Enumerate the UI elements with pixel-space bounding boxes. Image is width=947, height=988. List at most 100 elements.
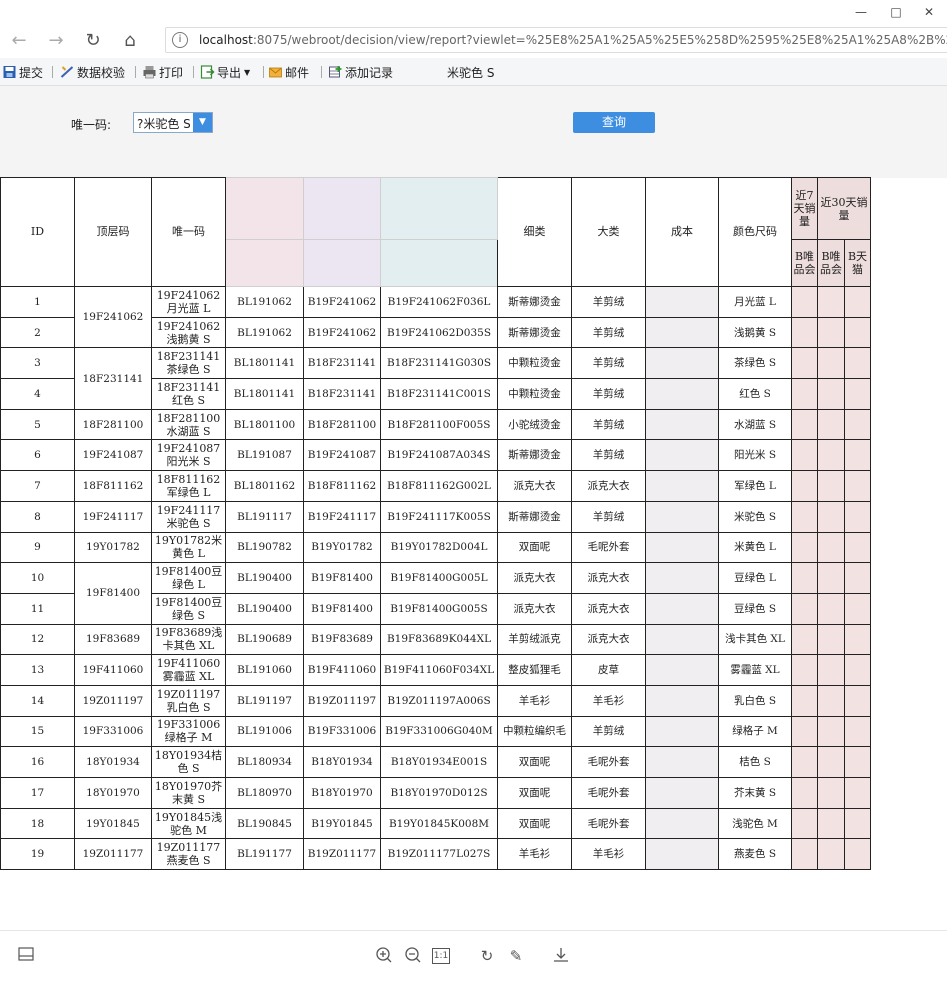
unique-code-combobox[interactable]: ?米驼色 S ▼ — [133, 112, 213, 133]
cell-code-bl[interactable]: BL190845 — [225, 807, 304, 840]
cell-sub-category[interactable]: 整皮狐狸毛 — [497, 654, 572, 686]
cell-color-size[interactable]: 豆绿色 S — [718, 592, 792, 625]
cell-sub-category[interactable]: 斯蒂娜烫金 — [497, 439, 572, 472]
cell-cost-masked[interactable] — [645, 347, 719, 380]
cell-sub-category[interactable]: 羊毛衫 — [497, 684, 572, 717]
cell-color-size[interactable]: 绿格子 M — [718, 715, 792, 748]
cell-code-b[interactable]: B18F281100 — [303, 408, 381, 441]
cell-cost-masked[interactable] — [645, 531, 719, 564]
cell-top-code[interactable]: 18Y01970 — [74, 777, 152, 809]
cell-unique-code[interactable]: 19F81400豆绿色 L — [151, 562, 226, 594]
cell-code-bl[interactable]: BL1801100 — [225, 408, 304, 441]
cell-code-full[interactable]: B19Y01845K008M — [380, 807, 498, 840]
cell-cost-masked[interactable] — [645, 439, 719, 472]
cell-sales-30d-vip-masked[interactable] — [817, 838, 845, 871]
export-button[interactable]: 导出 ▼ — [200, 63, 250, 81]
zoom-out-icon[interactable] — [403, 946, 423, 966]
cell-sales-30d-tmall-masked[interactable] — [844, 623, 871, 656]
cell-id[interactable]: 2 — [0, 316, 75, 349]
cell-sales-7d-masked[interactable] — [791, 347, 818, 380]
cell-category[interactable]: 羊剪绒 — [571, 408, 646, 441]
cell-category[interactable]: 羊剪绒 — [571, 500, 646, 533]
cell-code-full[interactable]: B18F231141C001S — [380, 378, 498, 410]
cell-cost-masked[interactable] — [645, 500, 719, 533]
cell-id[interactable]: 18 — [0, 807, 75, 840]
cell-sales-7d-masked[interactable] — [791, 531, 818, 564]
cell-color-size[interactable]: 桔色 S — [718, 746, 792, 778]
cell-unique-code[interactable]: 19Y01845浅驼色 M — [151, 807, 226, 840]
cell-sales-7d-masked[interactable] — [791, 684, 818, 717]
cell-color-size[interactable]: 阳光米 S — [718, 439, 792, 472]
cell-sub-category[interactable]: 双面呢 — [497, 777, 572, 809]
cell-sales-30d-tmall-masked[interactable] — [844, 378, 871, 410]
cell-sales-30d-tmall-masked[interactable] — [844, 316, 871, 349]
cell-sales-30d-tmall-masked[interactable] — [844, 531, 871, 564]
cell-code-b[interactable]: B19F331006 — [303, 715, 381, 748]
cell-color-size[interactable]: 军绿色 L — [718, 470, 792, 502]
cell-sales-30d-tmall-masked[interactable] — [844, 439, 871, 472]
cell-sales-30d-tmall-masked[interactable] — [844, 562, 871, 594]
address-url[interactable]: localhost:8075/webroot/decision/view/rep… — [199, 33, 947, 47]
cell-code-bl[interactable]: BL191087 — [225, 439, 304, 472]
cell-unique-code[interactable]: 18Y01934桔色 S — [151, 746, 226, 778]
cell-sales-30d-vip-masked[interactable] — [817, 408, 845, 441]
cell-code-bl[interactable]: BL1801141 — [225, 378, 304, 410]
validate-button[interactable]: 数据校验 — [60, 63, 125, 81]
cell-category[interactable]: 毛呢外套 — [571, 807, 646, 840]
cell-color-size[interactable]: 茶绿色 S — [718, 347, 792, 380]
cell-code-full[interactable]: B19Y01782D004L — [380, 531, 498, 564]
cell-code-b[interactable]: B18F811162 — [303, 470, 381, 502]
info-icon[interactable]: i — [172, 32, 188, 48]
cell-cost-masked[interactable] — [645, 715, 719, 748]
cell-sales-7d-masked[interactable] — [791, 286, 818, 318]
cell-cost-masked[interactable] — [645, 654, 719, 686]
cell-unique-code[interactable]: 19F241117米驼色 S — [151, 500, 226, 533]
cell-code-full[interactable]: B18F281100F005S — [380, 408, 498, 441]
cell-color-size[interactable]: 浅卡其色 XL — [718, 623, 792, 656]
cell-top-code[interactable]: 18F281100 — [74, 408, 152, 441]
refresh-icon[interactable]: ↻ — [477, 946, 497, 966]
cell-code-bl[interactable]: BL190782 — [225, 531, 304, 564]
cell-id[interactable]: 3 — [0, 347, 75, 380]
cell-sales-30d-tmall-masked[interactable] — [844, 592, 871, 625]
cell-sub-category[interactable]: 小驼绒烫金 — [497, 408, 572, 441]
cell-code-b[interactable]: B19F241062 — [303, 286, 381, 318]
cell-code-bl[interactable]: BL1801162 — [225, 470, 304, 502]
cell-top-code[interactable]: 18F811162 — [74, 470, 152, 502]
cell-cost-masked[interactable] — [645, 562, 719, 594]
cell-cost-masked[interactable] — [645, 838, 719, 871]
cell-sales-7d-masked[interactable] — [791, 439, 818, 472]
address-bar[interactable]: i localhost:8075/webroot/decision/view/r… — [165, 27, 947, 53]
cell-id[interactable]: 19 — [0, 838, 75, 871]
cell-top-code[interactable]: 19F81400 — [74, 562, 152, 625]
cell-code-b[interactable]: B19F241087 — [303, 439, 381, 472]
cell-code-b[interactable]: B19Y01782 — [303, 531, 381, 564]
cell-sales-7d-masked[interactable] — [791, 654, 818, 686]
cell-id[interactable]: 8 — [0, 500, 75, 533]
cell-top-code[interactable]: 19Z011197 — [74, 684, 152, 717]
cell-sales-30d-tmall-masked[interactable] — [844, 347, 871, 380]
cell-code-bl[interactable]: BL190689 — [225, 623, 304, 656]
cell-sub-category[interactable]: 羊毛衫 — [497, 838, 572, 871]
cell-code-bl[interactable]: BL191006 — [225, 715, 304, 748]
cell-cost-masked[interactable] — [645, 316, 719, 349]
cell-color-size[interactable]: 月光蓝 L — [718, 286, 792, 318]
cell-code-full[interactable]: B19F81400G005S — [380, 592, 498, 625]
cell-code-b[interactable]: B18Y01934 — [303, 746, 381, 778]
cell-sub-category[interactable]: 斯蒂娜烫金 — [497, 286, 572, 318]
cell-cost-masked[interactable] — [645, 470, 719, 502]
cell-cost-masked[interactable] — [645, 807, 719, 840]
cell-id[interactable]: 12 — [0, 623, 75, 656]
cell-code-full[interactable]: B19F331006G040M — [380, 715, 498, 748]
cell-code-full[interactable]: B19F241062F036L — [380, 286, 498, 318]
cell-sub-category[interactable]: 派克大衣 — [497, 470, 572, 502]
cell-unique-code[interactable]: 18F231141茶绿色 S — [151, 347, 226, 380]
cell-sales-30d-vip-masked[interactable] — [817, 347, 845, 380]
cell-id[interactable]: 10 — [0, 562, 75, 594]
cell-unique-code[interactable]: 19Z011177燕麦色 S — [151, 838, 226, 871]
cell-top-code[interactable]: 19Z011177 — [74, 838, 152, 871]
cell-sales-7d-masked[interactable] — [791, 408, 818, 441]
cell-category[interactable]: 羊剪绒 — [571, 378, 646, 410]
cell-id[interactable]: 1 — [0, 286, 75, 318]
arrow-left-icon[interactable]: ← — [6, 28, 32, 54]
